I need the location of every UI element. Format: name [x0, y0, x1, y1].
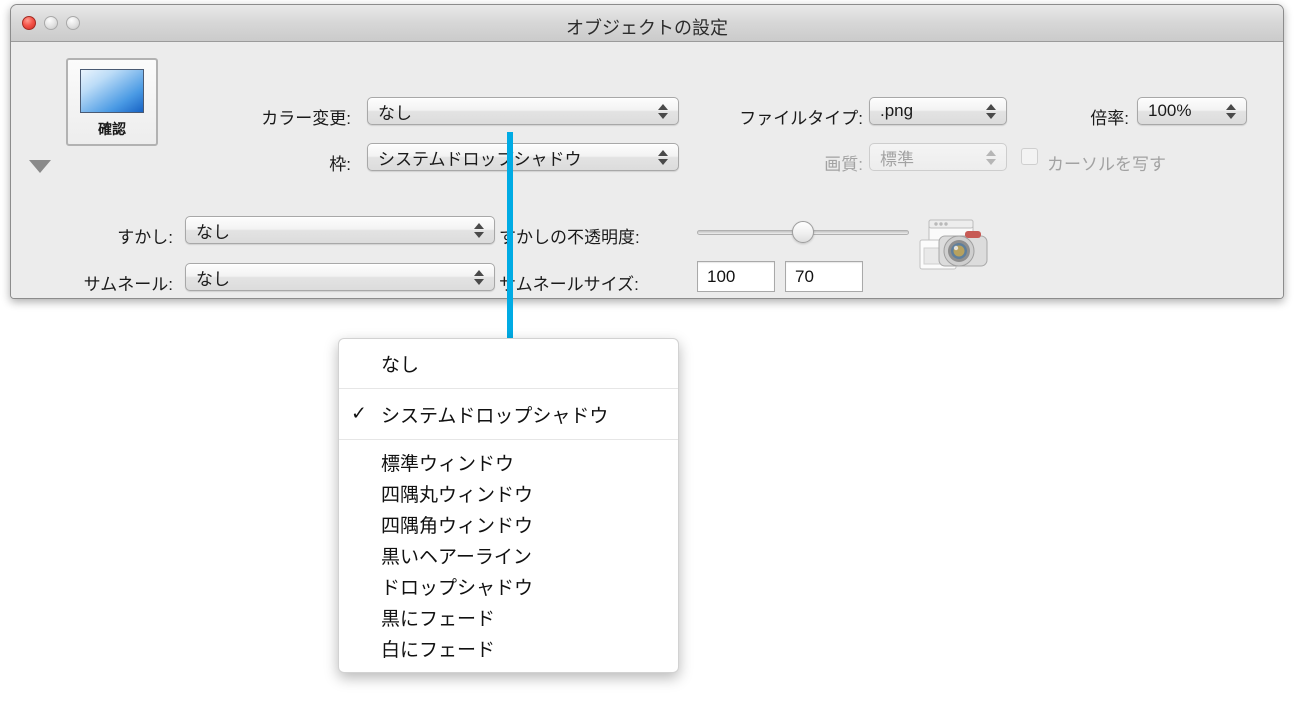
menu-item-fade-to-black[interactable]: 黒にフェード — [339, 602, 678, 633]
menu-item-label: ドロップシャドウ — [381, 578, 534, 599]
watermark-opacity-label: すかしの不透明度: — [499, 228, 640, 247]
quality-popup: 標準 — [869, 143, 1007, 171]
menu-item-label: 四隅角ウィンドウ — [381, 516, 534, 537]
menu-item-rounded-corner-window[interactable]: 四隅丸ウィンドウ — [339, 478, 678, 509]
chevron-updown-icon — [470, 269, 488, 285]
thumbnail-label: サムネール: — [83, 275, 173, 294]
menu-item-fade-to-white[interactable]: 白にフェード — [339, 633, 678, 664]
frame-popup[interactable]: システムドロップシャドウ — [367, 143, 679, 171]
quality-value: 標準 — [880, 149, 914, 169]
menu-item-label: システムドロップシャドウ — [381, 405, 609, 427]
scale-value: 100% — [1148, 101, 1192, 120]
file-type-popup[interactable]: .png — [869, 97, 1007, 125]
menu-item-system-drop-shadow[interactable]: ✓ システムドロップシャドウ — [339, 396, 678, 432]
chevron-updown-icon — [1222, 103, 1240, 119]
file-type-value: .png — [880, 101, 914, 120]
menu-item-label: 標準ウィンドウ — [381, 454, 515, 475]
chevron-updown-icon — [982, 149, 1000, 165]
menu-item-black-hairline[interactable]: 黒いヘアーライン — [339, 540, 678, 571]
watermark-opacity-slider[interactable] — [697, 221, 909, 243]
capture-cursor-checkbox — [1021, 148, 1038, 165]
color-change-label: カラー変更: — [261, 109, 351, 128]
thumbnail-height-value: 70 — [795, 266, 814, 286]
preview-confirm-button[interactable]: 確認 — [66, 58, 158, 146]
chevron-updown-icon — [470, 222, 488, 238]
color-change-value: なし — [378, 103, 412, 123]
chevron-updown-icon — [654, 149, 672, 165]
callout-connector-line — [507, 132, 513, 368]
window-titlebar[interactable]: オブジェクトの設定 — [11, 5, 1283, 42]
check-icon: ✓ — [351, 403, 367, 425]
menu-separator — [339, 388, 678, 389]
menu-item-standard-window[interactable]: 標準ウィンドウ — [339, 447, 678, 478]
preview-swatch-icon — [80, 69, 144, 113]
thumbnail-value: なし — [196, 269, 230, 289]
watermark-label: すかし: — [117, 228, 173, 247]
frame-dropdown-menu: なし ✓ システムドロップシャドウ 標準ウィンドウ 四隅丸ウィンドウ 四隅角ウィ… — [338, 338, 679, 673]
camera-icon[interactable] — [917, 218, 991, 282]
menu-item-label: なし — [381, 354, 420, 376]
scale-popup[interactable]: 100% — [1137, 97, 1247, 125]
thumbnail-width-value: 100 — [707, 266, 736, 286]
thumbnail-popup[interactable]: なし — [185, 263, 495, 291]
window-title: オブジェクトの設定 — [566, 18, 728, 38]
menu-item-label: 黒にフェード — [381, 609, 496, 630]
capture-cursor-label: カーソルを写す — [1047, 155, 1166, 174]
quality-label: 画質: — [824, 155, 863, 174]
thumbnail-height-input[interactable]: 70 — [785, 261, 863, 292]
menu-item-drop-shadow[interactable]: ドロップシャドウ — [339, 571, 678, 602]
chevron-updown-icon — [982, 103, 1000, 119]
menu-item-square-corner-window[interactable]: 四隅角ウィンドウ — [339, 509, 678, 540]
thumbnail-width-input[interactable]: 100 — [697, 261, 775, 292]
watermark-value: なし — [196, 222, 230, 242]
slider-knob[interactable] — [792, 221, 814, 243]
preview-button-label: 確認 — [98, 121, 126, 137]
screen: オブジェクトの設定 確認 カラー変更: なし ファイルタイプ: .png 倍率:… — [0, 0, 1294, 722]
watermark-popup[interactable]: なし — [185, 216, 495, 244]
menu-item-label: 四隅丸ウィンドウ — [381, 485, 534, 506]
disclosure-triangle-icon[interactable] — [29, 160, 51, 173]
thumbnail-size-label: サムネールサイズ: — [499, 275, 639, 294]
window-body: 確認 カラー変更: なし ファイルタイプ: .png 倍率: 100% 枠: シ… — [11, 42, 1283, 298]
menu-item-none[interactable]: なし — [339, 345, 678, 381]
menu-item-label: 黒いヘアーライン — [381, 547, 532, 568]
settings-window: オブジェクトの設定 確認 カラー変更: なし ファイルタイプ: .png 倍率:… — [10, 4, 1284, 299]
menu-separator — [339, 439, 678, 440]
chevron-updown-icon — [654, 103, 672, 119]
frame-label: 枠: — [329, 155, 351, 174]
menu-item-label: 白にフェード — [381, 640, 496, 661]
file-type-label: ファイルタイプ: — [739, 109, 863, 128]
scale-label: 倍率: — [1090, 109, 1129, 128]
color-change-popup[interactable]: なし — [367, 97, 679, 125]
